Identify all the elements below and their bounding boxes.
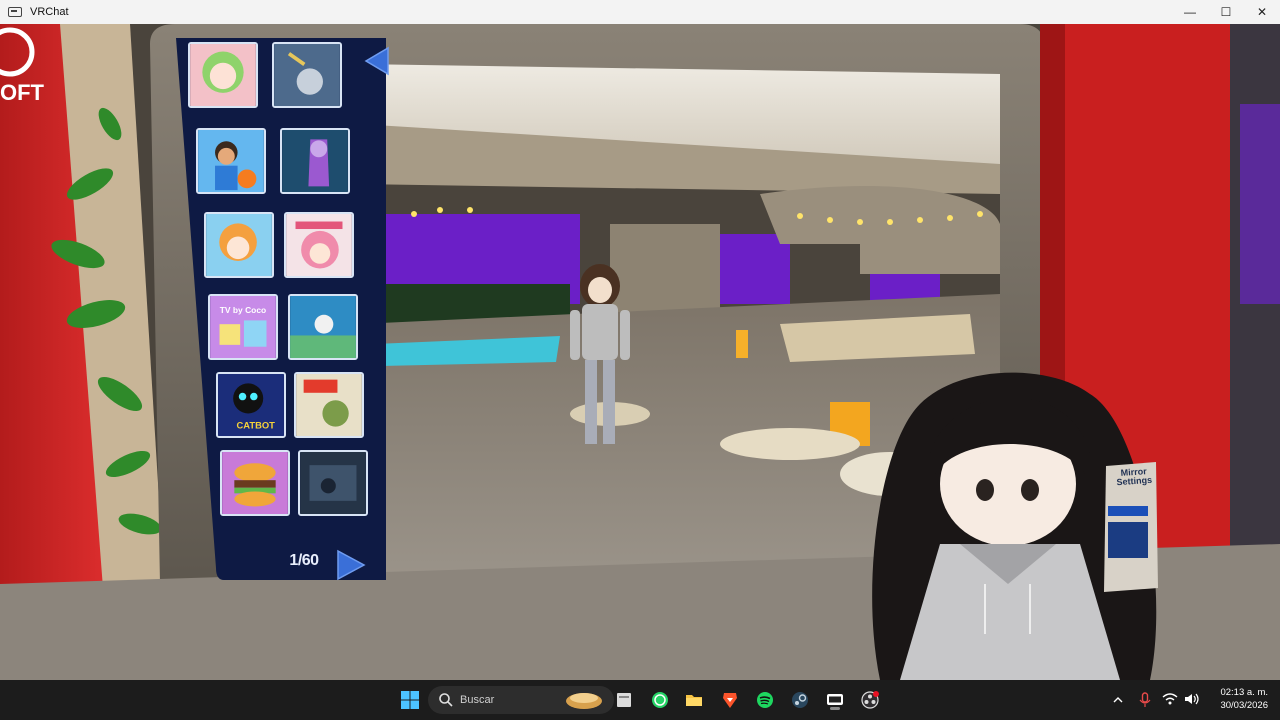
game-viewport[interactable]: OFT Mirror Settings TV by Coco CATBOT 1/… — [0, 24, 1280, 680]
search-icon — [439, 693, 453, 707]
taskbar-spotify[interactable] — [753, 688, 777, 712]
obs-icon — [861, 691, 879, 709]
world-thumb-8[interactable] — [288, 294, 358, 360]
system-tray: 02:13 a. m. 30/03/2026 — [1100, 680, 1280, 720]
taskbar-file-manager[interactable] — [612, 688, 636, 712]
taskbar-vrchat[interactable] — [823, 688, 847, 712]
world-thumb-10[interactable] — [294, 372, 364, 438]
taskbar-file-explorer[interactable] — [682, 688, 706, 712]
world-thumb-6[interactable] — [284, 212, 354, 278]
title-bar: VRChat — ☐ ✕ — [0, 0, 1280, 24]
page-counter: 1/60 — [289, 552, 319, 569]
world-thumb-7[interactable]: TV by Coco — [208, 294, 278, 360]
next-page-button[interactable] — [334, 548, 368, 582]
vrchat-window: VRChat — ☐ ✕ OFT Mirror Settings TV by C… — [0, 0, 1280, 720]
world-carousel-panel: TV by Coco CATBOT 1/60 — [176, 38, 389, 582]
minimize-button[interactable]: — — [1172, 0, 1208, 24]
search-highlight-icon — [566, 693, 602, 709]
triangle-right-icon — [337, 549, 366, 581]
window-controls: — ☐ ✕ — [1172, 0, 1280, 24]
microphone-icon[interactable] — [1138, 692, 1152, 708]
prev-page-button[interactable] — [362, 44, 392, 78]
folder-icon — [686, 695, 702, 706]
window-title: VRChat — [30, 6, 69, 18]
file-manager-icon — [617, 693, 631, 707]
taskbar-clock[interactable]: 02:13 a. m. 30/03/2026 — [1220, 686, 1268, 712]
clock-time: 02:13 a. m. — [1220, 687, 1268, 698]
close-button[interactable]: ✕ — [1244, 0, 1280, 24]
taskbar-search[interactable]: Buscar — [428, 686, 614, 714]
taskbar-obs[interactable] — [858, 688, 882, 712]
maximize-button[interactable]: ☐ — [1208, 0, 1244, 24]
world-thumb-1[interactable] — [188, 42, 258, 108]
world-thumb-4[interactable] — [280, 128, 350, 194]
search-placeholder: Buscar — [460, 694, 495, 706]
taskbar-brave[interactable] — [718, 688, 742, 712]
triangle-left-icon — [364, 46, 389, 76]
thumb-9-text: CATBOT — [237, 419, 276, 430]
taskbar-whatsapp[interactable] — [648, 688, 672, 712]
world-thumb-2[interactable] — [272, 42, 342, 108]
volume-icon[interactable] — [1184, 692, 1200, 706]
mirror-settings-panel[interactable]: Mirror Settings — [1100, 462, 1162, 592]
clock-date: 30/03/2026 — [1220, 700, 1268, 711]
chevron-up-icon[interactable] — [1112, 694, 1124, 706]
world-thumb-3[interactable] — [196, 128, 266, 194]
world-thumb-12[interactable] — [298, 450, 368, 516]
world-thumb-11[interactable] — [220, 450, 290, 516]
wall-sign-text: OFT — [0, 80, 44, 105]
world-thumb-9[interactable]: CATBOT — [216, 372, 286, 438]
taskbar-steam[interactable] — [788, 688, 812, 712]
vrchat-app-icon — [8, 7, 22, 17]
world-thumb-5[interactable] — [204, 212, 274, 278]
spotify-icon — [757, 692, 773, 708]
whatsapp-icon — [652, 692, 668, 708]
thumb-7-text: TV by Coco — [220, 305, 266, 315]
start-button[interactable] — [398, 688, 422, 712]
steam-icon — [792, 692, 808, 708]
wifi-icon[interactable] — [1162, 692, 1178, 706]
active-app-indicator — [830, 707, 840, 710]
windows-start-icon — [401, 691, 419, 709]
windows-taskbar: Buscar 02:13 a. m. 30/03/2026 — [0, 680, 1280, 720]
brave-icon — [723, 693, 737, 708]
mirror-settings-label: Mirror Settings — [1116, 466, 1153, 488]
